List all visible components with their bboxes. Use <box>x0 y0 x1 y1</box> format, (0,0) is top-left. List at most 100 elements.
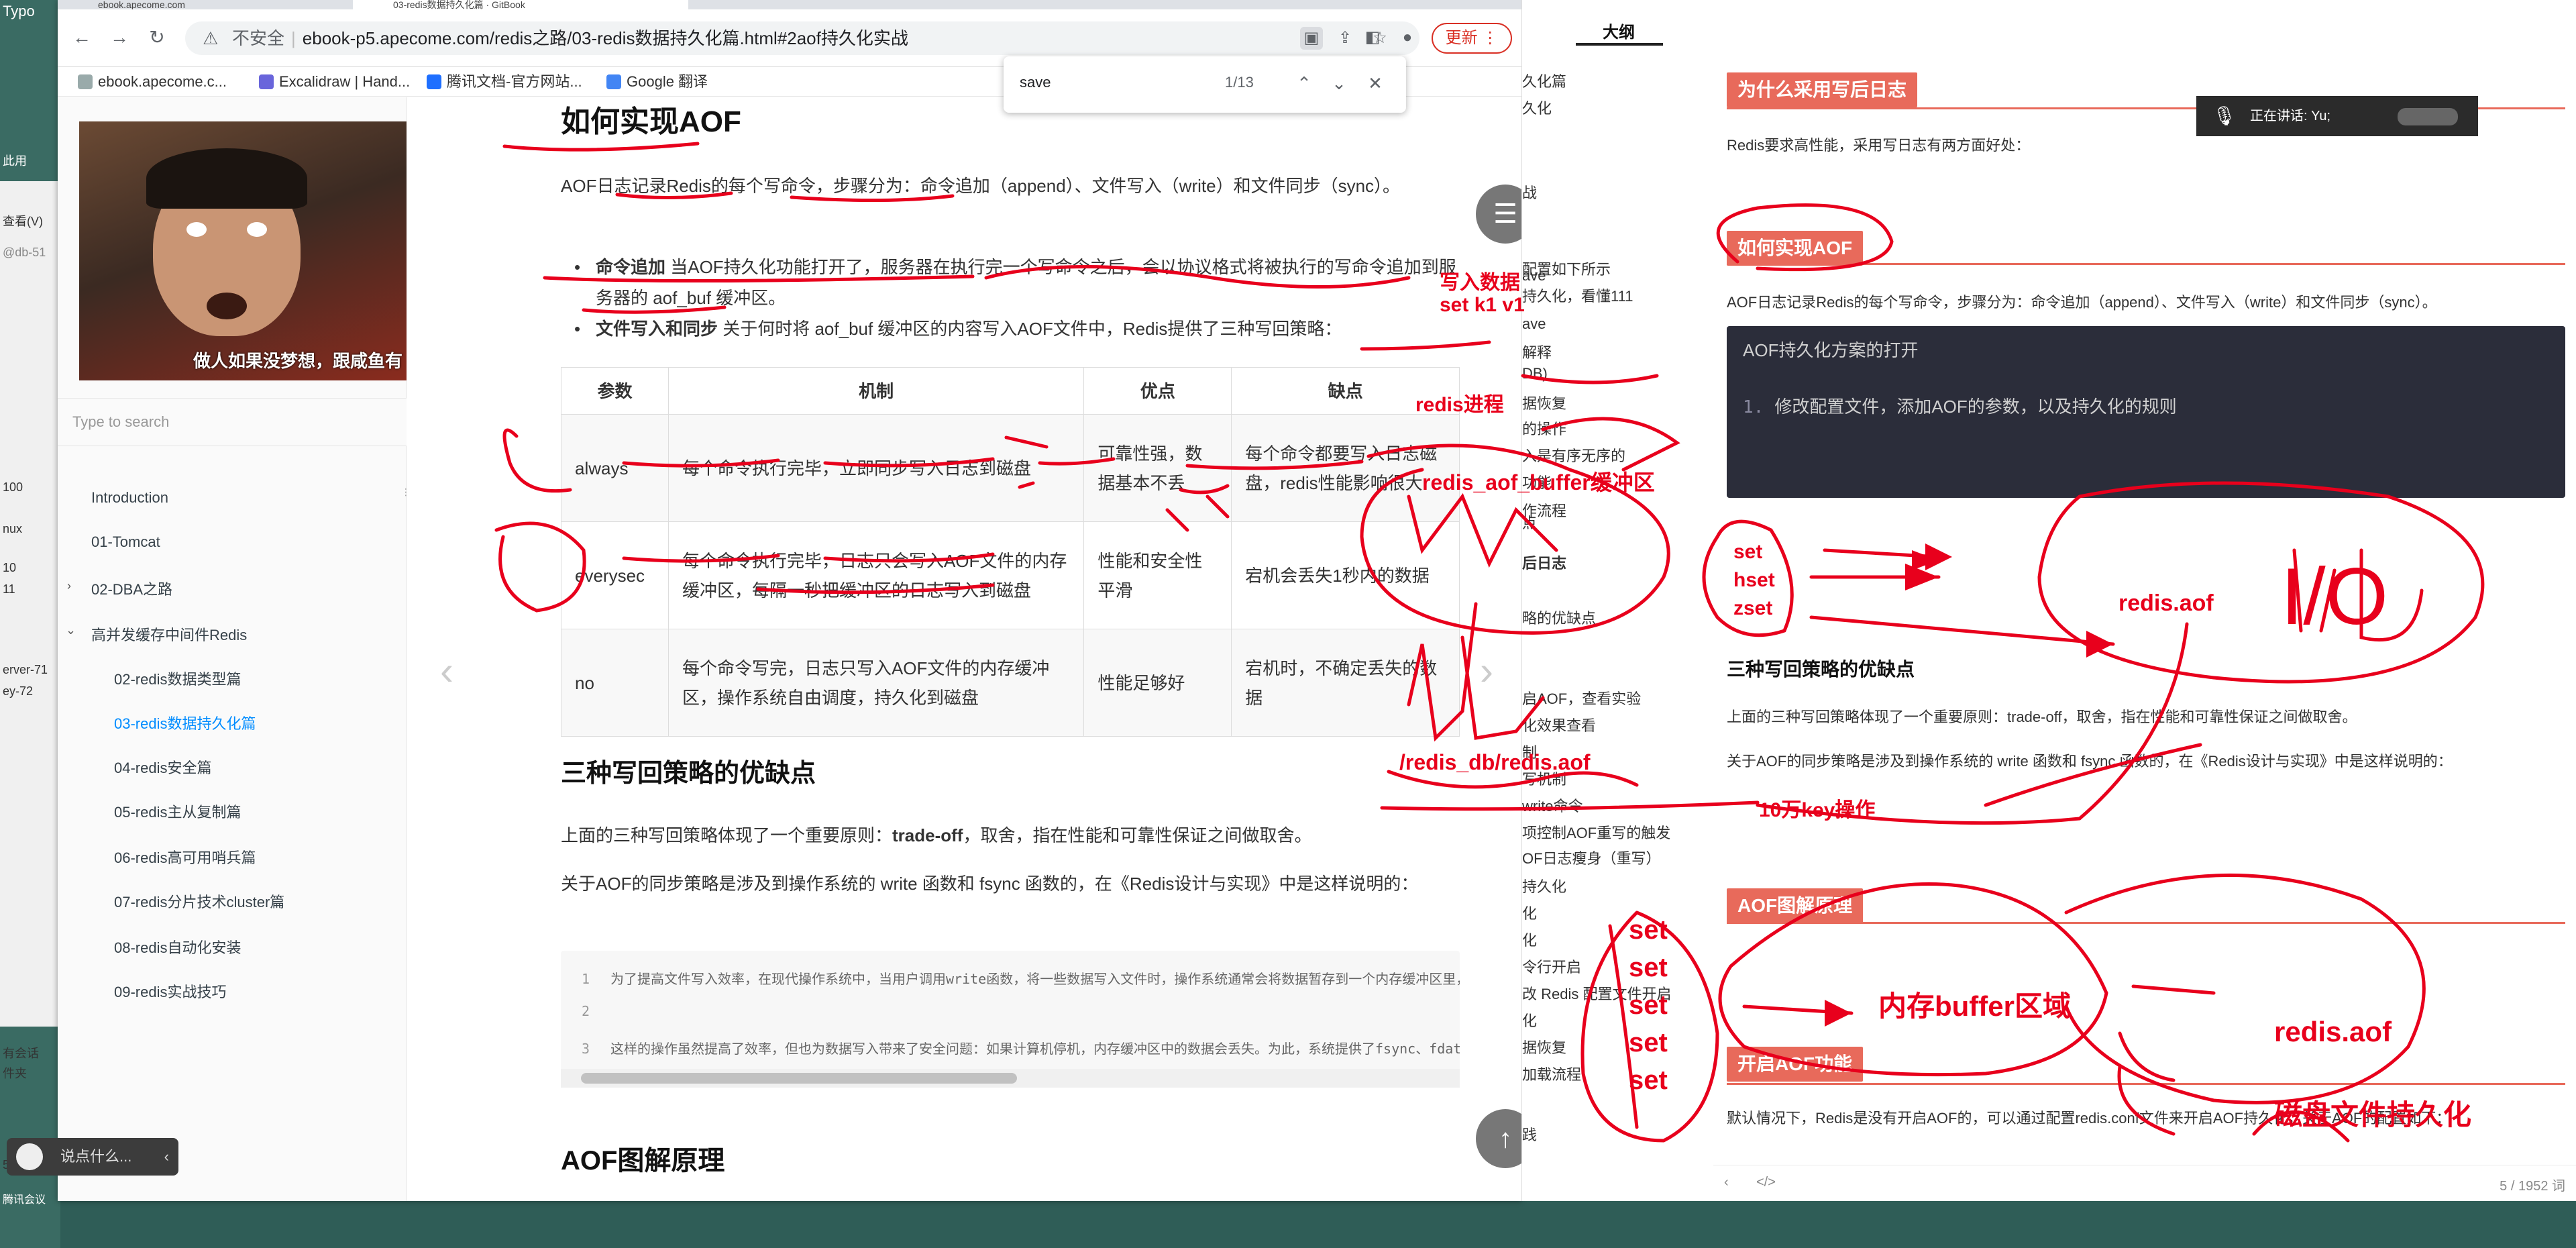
bookmark-item[interactable]: 腾讯文档-官方网站... <box>427 67 582 97</box>
bookmark-item[interactable]: ebook.apecome.c... <box>78 67 227 97</box>
reload-icon[interactable]: ↻ <box>145 25 169 50</box>
outline-item[interactable]: 久化篇 <box>1522 70 1566 91</box>
outline-item[interactable]: 点 <box>1522 511 1537 533</box>
find-close-icon[interactable]: ✕ <box>1363 70 1387 97</box>
sidebar-item-dba[interactable]: 02-DBA之路 <box>91 578 172 599</box>
speaking-indicator: 🎙 正在讲话: Yu; <box>2196 96 2478 136</box>
sidebar-item-redis-types[interactable]: 02-redis数据类型篇 <box>114 668 241 689</box>
translate-icon[interactable]: ▣ <box>1300 27 1323 50</box>
outline-item[interactable]: 持久化，看懂111 <box>1522 284 1633 306</box>
sidebar-item-redis-install[interactable]: 08-redis自动化安装 <box>114 936 241 957</box>
table-cell: always <box>561 414 669 522</box>
meme-eye <box>186 222 207 237</box>
outline-item[interactable]: 化效果查看 <box>1522 714 1596 735</box>
find-input[interactable]: save <box>1020 74 1051 91</box>
outline-item[interactable]: 化 <box>1522 902 1537 923</box>
profile-icon[interactable]: ● <box>1395 25 1419 50</box>
desktop-label[interactable]: Typo <box>3 3 35 20</box>
bookmark-item[interactable]: Google 翻译 <box>606 67 708 97</box>
back-icon[interactable]: ← <box>70 25 94 50</box>
desktop-label: erver-71 <box>3 663 48 676</box>
desktop-label[interactable]: 腾讯会议 <box>3 1190 46 1206</box>
prev-page-icon[interactable]: ‹ <box>440 647 453 694</box>
book-search-input[interactable]: Type to search <box>58 398 407 446</box>
sidebar-item-redis-replication[interactable]: 05-redis主从复制篇 <box>114 800 241 822</box>
outline-item[interactable]: 持久化 <box>1522 875 1566 896</box>
meme-mouth <box>207 293 247 319</box>
forward-icon[interactable]: → <box>107 25 131 50</box>
book-content: ‹ › 如何实现AOF AOF日志记录Redis的每个写命令，步骤分为：命令追加… <box>407 97 1521 1201</box>
find-next-icon[interactable]: ⌄ <box>1327 70 1351 97</box>
chevron-right-icon[interactable]: › <box>67 579 71 593</box>
scrollbar-thumb[interactable] <box>581 1073 1017 1084</box>
outline-item[interactable]: ave <box>1522 315 1546 333</box>
chevron-left-icon[interactable]: ‹ <box>1724 1175 1729 1190</box>
outline-item[interactable]: 略的优缺点 <box>1522 607 1596 628</box>
outline-item[interactable]: 项控制AOF重写的触发 <box>1522 821 1670 843</box>
outline-item[interactable]: write命令 <box>1522 794 1582 816</box>
browser-tab-active[interactable]: 03-redis数据持久化篇 · GitBook <box>353 0 688 9</box>
outline-item[interactable]: 后日志 <box>1522 552 1566 573</box>
sidebar-item-redis-tips[interactable]: 09-redis实战技巧 <box>114 980 226 1002</box>
desktop-label: 10 <box>3 561 17 574</box>
sidebar-item-redis-security[interactable]: 04-redis安全篇 <box>114 756 211 778</box>
code-scrollbar[interactable] <box>561 1069 1460 1088</box>
address-bar[interactable]: ⚠ 不安全 | ebook-p5.apecome.com/redis之路/03-re… <box>185 21 1419 55</box>
outline-item[interactable]: 解释 <box>1522 341 1552 362</box>
outline-panel: 大纲 久化篇 久化战 ave 配置如下所示 持久化，看懂111 ave 解释 DB) 据恢复 的操… <box>1521 0 1713 1201</box>
outline-item[interactable]: 战 <box>1522 181 1537 203</box>
browser-tab[interactable]: ebook.apecome.com <box>58 0 353 9</box>
meeting-chat-bar[interactable]: 说点什么... ‹ <box>7 1138 178 1176</box>
source-code-icon[interactable]: </> <box>1756 1175 1776 1190</box>
outline-item[interactable]: 据恢复 <box>1522 392 1566 413</box>
markdown-document: 为什么采用写后日志 Redis要求高性能，采用写日志有两方面好处： 如何实现AO… <box>1713 0 2576 1201</box>
outline-item[interactable]: 制 <box>1522 741 1537 762</box>
outline-item[interactable]: 启AOF，查看实验 <box>1522 687 1641 709</box>
update-button[interactable]: 更新 ⋮ <box>1432 23 1512 54</box>
outline-item[interactable]: 久化 <box>1522 97 1552 118</box>
outline-item[interactable]: 配置如下所示 <box>1522 258 1611 279</box>
desktop-label[interactable]: 此用 <box>3 152 27 169</box>
sidebar-item-redis-cluster[interactable]: 07-redis分片技术cluster篇 <box>114 890 284 912</box>
outline-item[interactable]: OF日志瘦身（重写） <box>1522 847 1661 868</box>
globe-icon <box>78 74 93 89</box>
sidebar-item-redis[interactable]: 高并发缓存中间件Redis <box>91 623 247 645</box>
share-icon[interactable]: ⇪ <box>1334 27 1356 50</box>
outline-item[interactable]: 化 <box>1522 929 1537 950</box>
bookmark-item[interactable]: Excalidraw | Hand... <box>259 67 410 97</box>
bold-term: trade-off <box>892 825 963 845</box>
microphone-icon: 🎙 <box>2212 105 2237 126</box>
sidebar-item-introduction[interactable]: Introduction <box>91 489 168 507</box>
outline-title-underline <box>1576 43 1663 46</box>
next-page-icon[interactable]: › <box>1480 647 1493 694</box>
heading-why-write-after-log: 为什么采用写后日志 <box>1727 72 1918 107</box>
outline-item[interactable]: 化 <box>1522 1009 1537 1031</box>
outline-item[interactable]: 改 Redis 配置文件开启 <box>1522 982 1671 1004</box>
meme-caption: 做人如果没梦想，跟咸鱼有 <box>193 351 402 371</box>
sidebar-item-redis-persistence[interactable]: 03-redis数据持久化篇 <box>114 712 256 733</box>
sidebar-item-redis-sentinel[interactable]: 06-redis高可用哨兵篇 <box>114 846 256 868</box>
outline-item[interactable]: 写机制 <box>1522 768 1566 789</box>
outline-item[interactable]: DB) <box>1522 365 1548 382</box>
outline-item[interactable]: 践 <box>1522 1123 1537 1145</box>
scroll-top-icon[interactable]: ↑ <box>1476 1109 1521 1168</box>
list-item: 命令追加 当AOF持久化功能打开了，服务器在执行完一个写命令之后，会以协议格式将… <box>574 252 1460 313</box>
menu-icon[interactable]: ☰ <box>1476 185 1521 244</box>
outline-item[interactable]: 据恢复 <box>1522 1036 1566 1057</box>
sidebar-item-tomcat[interactable]: 01-Tomcat <box>91 533 160 551</box>
outline-item[interactable]: 令行开启 <box>1522 955 1581 977</box>
book-sidebar: 做人如果没梦想，跟咸鱼有 Type to search Introduction… <box>58 97 411 1201</box>
chevron-down-icon[interactable]: ⌄ <box>66 623 76 637</box>
find-prev-icon[interactable]: ⌃ <box>1292 70 1316 97</box>
code-line: 3 这样的操作虽然提高了效率，但也为数据写入带来了安全问题：如果计算机停机，内存缓… <box>561 1038 1460 1057</box>
outline-item[interactable]: 入是有序无序的 <box>1522 444 1625 466</box>
outline-item[interactable]: 功能 <box>1522 471 1552 492</box>
outline-item[interactable]: 加载流程 <box>1522 1063 1581 1084</box>
sidepanel-icon[interactable]: ◧ <box>1360 25 1385 50</box>
resize-handle[interactable]: ⋮ <box>401 486 411 513</box>
emoji-icon[interactable] <box>16 1143 43 1170</box>
outline-item[interactable]: 的操作 <box>1522 417 1566 439</box>
chat-placeholder[interactable]: 说点什么... <box>60 1148 131 1165</box>
desktop-label: nux <box>3 522 23 535</box>
chevron-left-icon[interactable]: ‹ <box>164 1138 169 1176</box>
